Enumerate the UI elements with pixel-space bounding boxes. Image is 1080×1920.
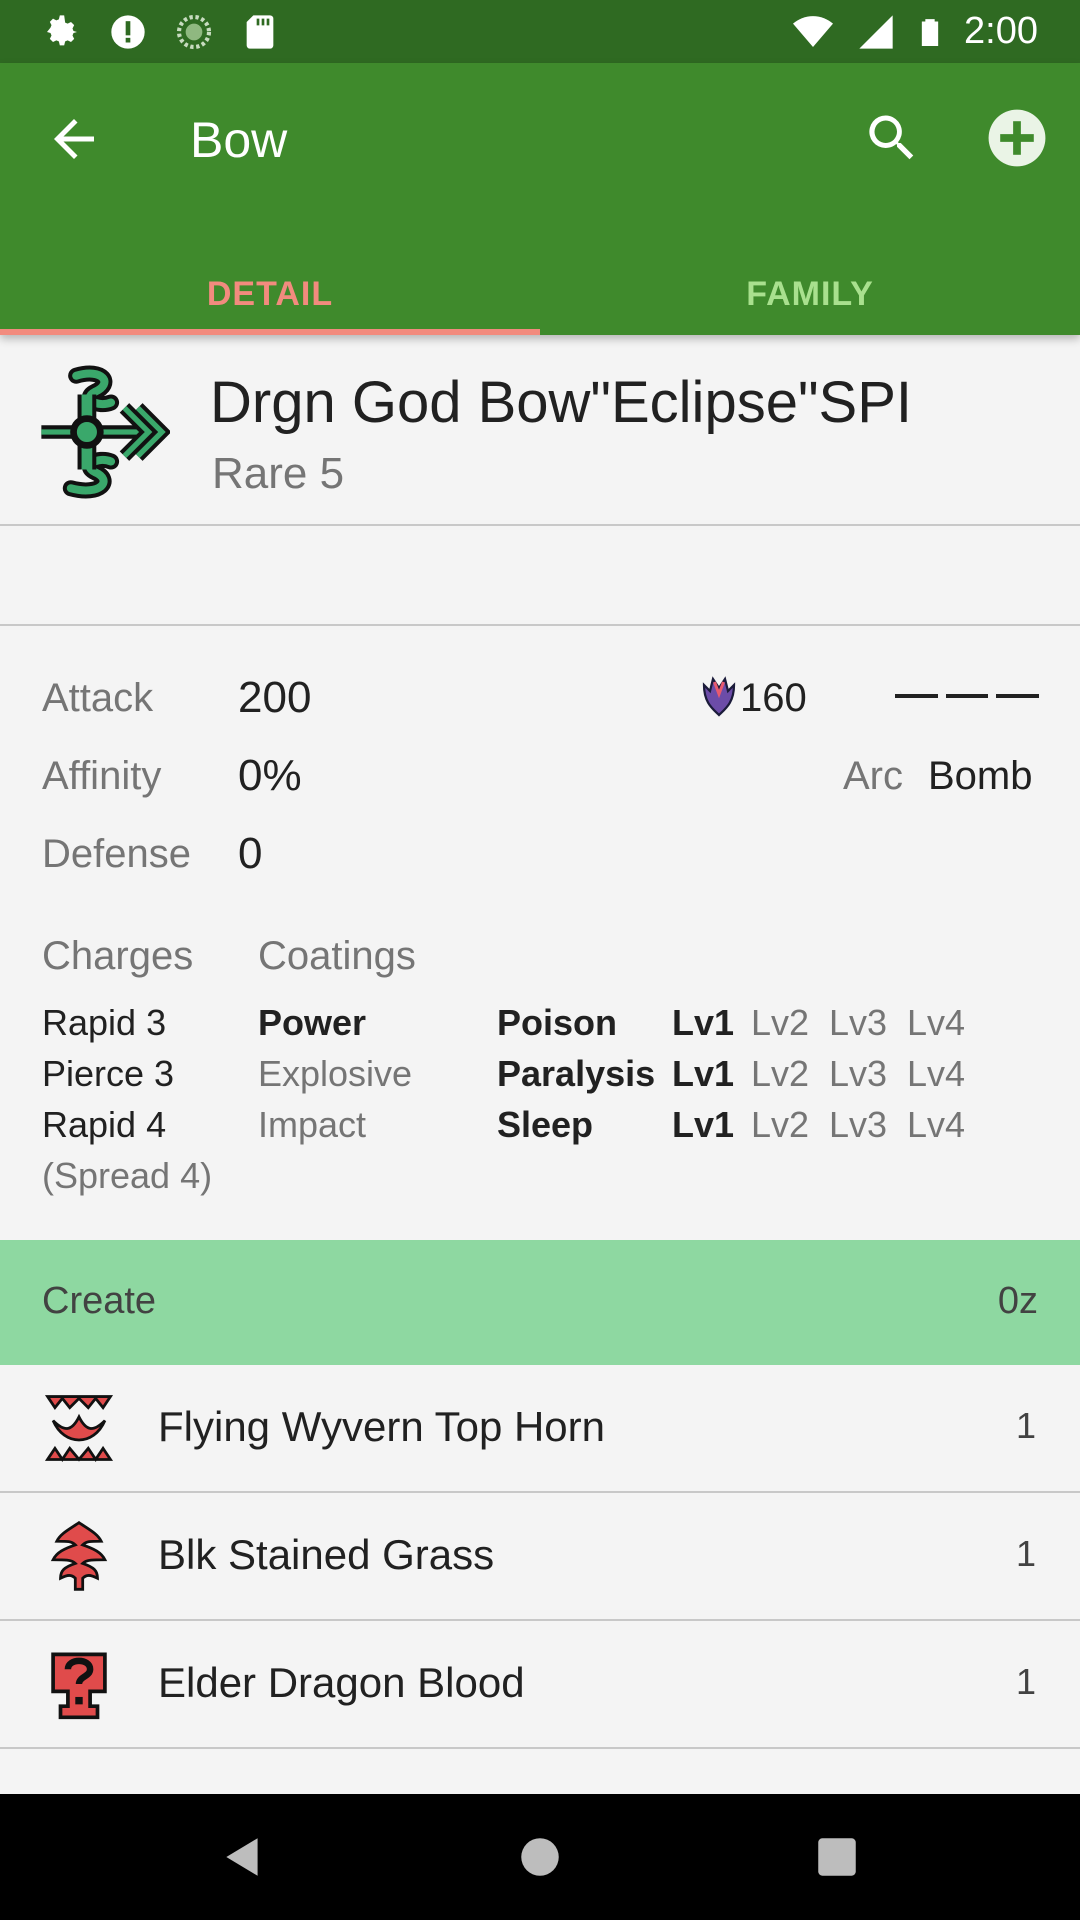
dragon-element-icon: [702, 676, 736, 717]
material-qty: 1: [1015, 1661, 1036, 1702]
signal-icon: [859, 14, 893, 49]
status-bar: 2:00: [0, 0, 1080, 63]
grass-material-icon: [50, 1521, 108, 1591]
arc-value: Bomb: [928, 754, 1033, 798]
coating-paralysis: Paralysis: [497, 1053, 656, 1094]
charge-item: Rapid 3: [42, 1002, 167, 1043]
status-time: 2:00: [964, 10, 1038, 52]
affinity-value: 0%: [238, 751, 302, 800]
coating-level: Lv1: [672, 1002, 735, 1043]
sharpness-dashes: [895, 694, 1040, 700]
nav-back-icon[interactable]: [218, 1832, 268, 1882]
charges-label: Charges: [42, 934, 194, 978]
material-name: Flying Wyvern Top Horn: [158, 1403, 606, 1450]
coating-level: Lv2: [751, 1053, 810, 1094]
weapon-header: Drgn God Bow"Eclipse"SPI Rare 5: [0, 335, 1080, 526]
app-bar: Bow DETAIL FAMILY: [0, 63, 1080, 335]
charge-item: Rapid 4: [42, 1104, 167, 1145]
weapon-rarity: Rare 5: [212, 449, 345, 498]
tab-family[interactable]: FAMILY: [540, 273, 1080, 335]
coating-level: Lv2: [751, 1002, 810, 1043]
material-row[interactable]: Elder Dragon Blood 1: [0, 1621, 1080, 1749]
charge-item: Pierce 3: [42, 1053, 175, 1094]
affinity-label: Affinity: [42, 754, 162, 798]
coating-level: Lv2: [751, 1104, 810, 1145]
sync-icon: [176, 14, 212, 49]
material-row[interactable]: Flying Wyvern Top Horn 1: [0, 1365, 1080, 1493]
horn-material-icon: [44, 1395, 114, 1462]
material-qty: 1: [1015, 1533, 1036, 1574]
tab-bar: DETAIL FAMILY: [0, 273, 1080, 335]
arrow-back-icon[interactable]: [44, 109, 104, 169]
alert-icon: [111, 14, 145, 49]
defense-value: 0: [238, 829, 263, 878]
coating-level: Lv1: [672, 1053, 735, 1094]
coating-level: Lv4: [907, 1053, 966, 1094]
settings-icon: [47, 14, 77, 45]
arc-label: Arc: [843, 754, 903, 798]
coatings-label: Coatings: [258, 934, 416, 978]
nav-recents-icon[interactable]: [812, 1832, 862, 1882]
status-icons-right: 2:00: [790, 10, 1038, 53]
create-label: Create: [42, 1280, 157, 1322]
coating-explosive: Explosive: [258, 1053, 413, 1094]
system-nav-bar: [0, 1794, 1080, 1920]
defense-label: Defense: [42, 832, 191, 876]
coating-level: Lv4: [907, 1002, 966, 1043]
material-row[interactable]: Blk Stained Grass 1: [0, 1493, 1080, 1621]
coating-poison: Poison: [497, 1002, 618, 1043]
coating-level: Lv3: [829, 1002, 888, 1043]
wifi-icon: [793, 15, 834, 47]
sd-card-icon: [246, 14, 274, 49]
coating-level: Lv3: [829, 1104, 888, 1145]
create-header: Create 0z: [0, 1240, 1080, 1365]
coating-sleep: Sleep: [497, 1104, 594, 1145]
attack-label: Attack: [42, 676, 154, 720]
coating-power: Power: [258, 1002, 367, 1043]
material-name: Blk Stained Grass: [158, 1531, 495, 1578]
slots-band: [0, 526, 1080, 626]
coating-level: Lv4: [907, 1104, 966, 1145]
status-icons-left: [42, 12, 280, 52]
bow-weapon-icon: [41, 365, 170, 499]
element-value: 160: [740, 676, 807, 720]
create-cost: 0z: [997, 1280, 1038, 1322]
charge-item: (Spread 4): [42, 1155, 213, 1196]
blood-material-icon: [51, 1652, 107, 1720]
material-name: Elder Dragon Blood: [158, 1659, 525, 1706]
coating-level: Lv1: [672, 1104, 735, 1145]
add-circle-icon[interactable]: [986, 107, 1048, 169]
material-qty: 1: [1015, 1405, 1036, 1446]
page-title: Bow: [190, 112, 288, 168]
nav-home-icon[interactable]: [515, 1832, 565, 1882]
coating-impact: Impact: [258, 1104, 367, 1145]
attack-value: 200: [238, 673, 312, 722]
search-icon[interactable]: [862, 108, 922, 168]
tab-detail[interactable]: DETAIL: [0, 273, 540, 335]
coating-level: Lv3: [829, 1053, 888, 1094]
weapon-name: Drgn God Bow"Eclipse"SPI: [210, 370, 913, 435]
battery-icon: [921, 18, 939, 46]
